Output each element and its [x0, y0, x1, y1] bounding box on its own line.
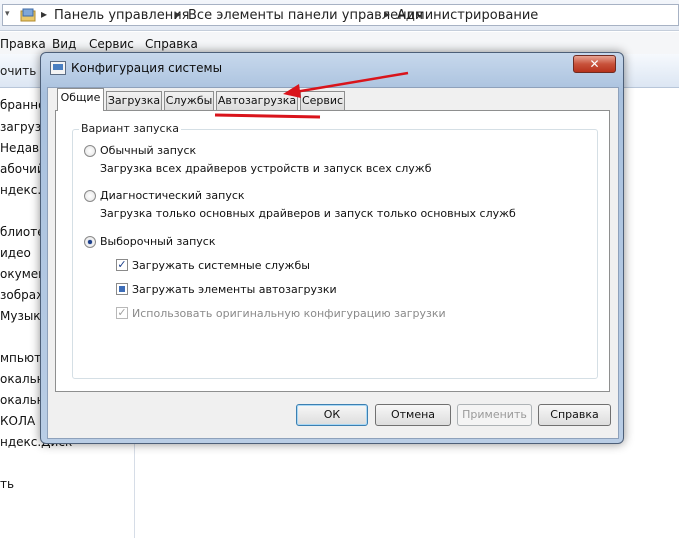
tab-general[interactable]: Общие [57, 88, 104, 111]
annotation-arrow [294, 71, 409, 94]
annotation-arrowhead [283, 84, 301, 98]
annotation-overlay [214, 71, 409, 119]
annotation-underline [214, 113, 321, 119]
